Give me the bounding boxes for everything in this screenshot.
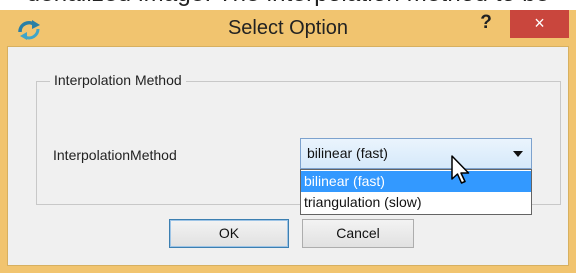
select-option-dialog: Select Option ? × Interpolation Method I…: [0, 10, 576, 273]
interpolation-method-combobox[interactable]: bilinear (fast): [300, 138, 532, 169]
option-triangulation[interactable]: triangulation (slow): [301, 192, 531, 213]
combobox-value: bilinear (fast): [307, 145, 388, 161]
ok-button[interactable]: OK: [169, 219, 289, 248]
help-button[interactable]: ?: [476, 10, 496, 40]
cancel-button[interactable]: Cancel: [302, 219, 414, 248]
option-bilinear[interactable]: bilinear (fast): [301, 171, 531, 192]
chevron-down-icon[interactable]: [513, 151, 523, 157]
mouse-pointer-icon: [451, 155, 470, 184]
group-legend: Interpolation Method: [50, 71, 186, 89]
dropdown-list: bilinear (fast) triangulation (slow): [300, 169, 532, 215]
interpolation-method-label: InterpolationMethod: [53, 147, 177, 163]
title-bar[interactable]: Select Option ? ×: [0, 10, 576, 46]
close-button[interactable]: ×: [510, 10, 569, 38]
dialog-body: Interpolation Method InterpolationMethod…: [7, 46, 569, 266]
background-document-text: denalized image. The interpolation metho…: [0, 0, 576, 8]
